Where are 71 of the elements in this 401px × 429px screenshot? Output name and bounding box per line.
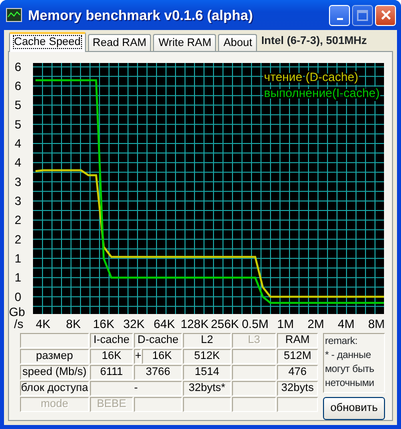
x-tick-label: 256K [210,317,239,331]
table-cell: 32byts* [183,381,231,396]
axis-unit-label: Gb /s [9,305,26,331]
table-cell [20,333,89,348]
x-tick-label: 128K [180,317,209,331]
table-cell: 476 [277,365,318,380]
table-cell: + [134,349,141,364]
minimize-icon [336,18,342,20]
table-cell: 512K [183,349,231,364]
table-cell: 512M [277,349,318,364]
table-cell: 1514 [183,365,231,380]
x-tick-label: 4M [338,317,354,331]
table-cell [183,397,231,412]
table-cell [232,397,276,412]
app-icon [6,8,22,22]
y-tick-label: 3 [14,194,22,208]
x-tick-label: 1M [277,317,294,331]
y-tick-label: 4 [14,136,22,150]
row-header: блок доступа [20,381,89,396]
x-tick-label: 8K [66,317,81,331]
row-header: mode [20,397,89,412]
x-tick-label: 2M [307,317,324,331]
close-icon [380,10,390,20]
x-tick-label: 32K [123,317,145,331]
remark-title: remark: [325,335,358,349]
y-tick-label: 1 [14,270,22,285]
column-header: L2 [183,333,231,348]
table-cell [134,397,182,412]
table-cell: 6111 [90,365,133,380]
x-tick-label: 64K [154,317,175,331]
column-header: L3 [232,333,276,348]
column-header: I-cache [90,333,133,348]
row-header: размер [20,349,89,364]
x-tick-label: 8M [368,317,385,331]
y-tick-label: 4 [14,156,22,170]
x-tick-label: 0.5M [242,317,269,331]
row-header: speed (Mb/s) [20,365,89,380]
minimize-button[interactable] [329,4,350,26]
table-cell: - [90,381,182,396]
tab[interactable]: Write RAM [153,34,216,51]
y-tick-label: 2 [14,213,22,228]
column-header: RAM [277,333,318,348]
remark-text: * - данные могут быть неточными [325,349,376,391]
table-cell [232,381,276,396]
y-tick-label: 0 [14,290,22,304]
maximize-icon [357,10,368,20]
table-cell: 32byts [277,381,318,396]
table-cell [232,365,276,380]
table-cell [232,349,276,364]
x-tick-label: 4K [36,317,50,331]
y-tick-label: 5 [14,98,22,112]
table-cell: 16K [142,349,182,364]
y-tick-label: 1 [14,251,22,266]
column-header: D-cache [134,333,182,348]
y-tick-label: 6 [14,79,22,93]
y-tick-label: 5 [14,117,22,132]
table-cell [277,397,318,412]
x-tick-label: 16K [93,317,114,331]
tab[interactable]: Cache Speed [9,32,86,52]
table-cell: 16K [90,349,133,364]
y-tick-label: 3 [14,174,22,189]
close-button[interactable] [375,4,396,26]
tab[interactable]: Read RAM [88,34,152,51]
table-cell: 3766 [134,365,182,380]
table-cell: BEBE [90,397,133,412]
y-tick-label: 6 [14,60,22,74]
window-title: Memory benchmark v0.1.6 (alpha) [28,6,254,25]
tab[interactable]: About [218,34,258,51]
refresh-button[interactable]: обновить [323,397,385,420]
y-tick-label: 2 [14,232,22,246]
cpu-info: Intel (6-7-3), 501MHz [261,34,367,48]
